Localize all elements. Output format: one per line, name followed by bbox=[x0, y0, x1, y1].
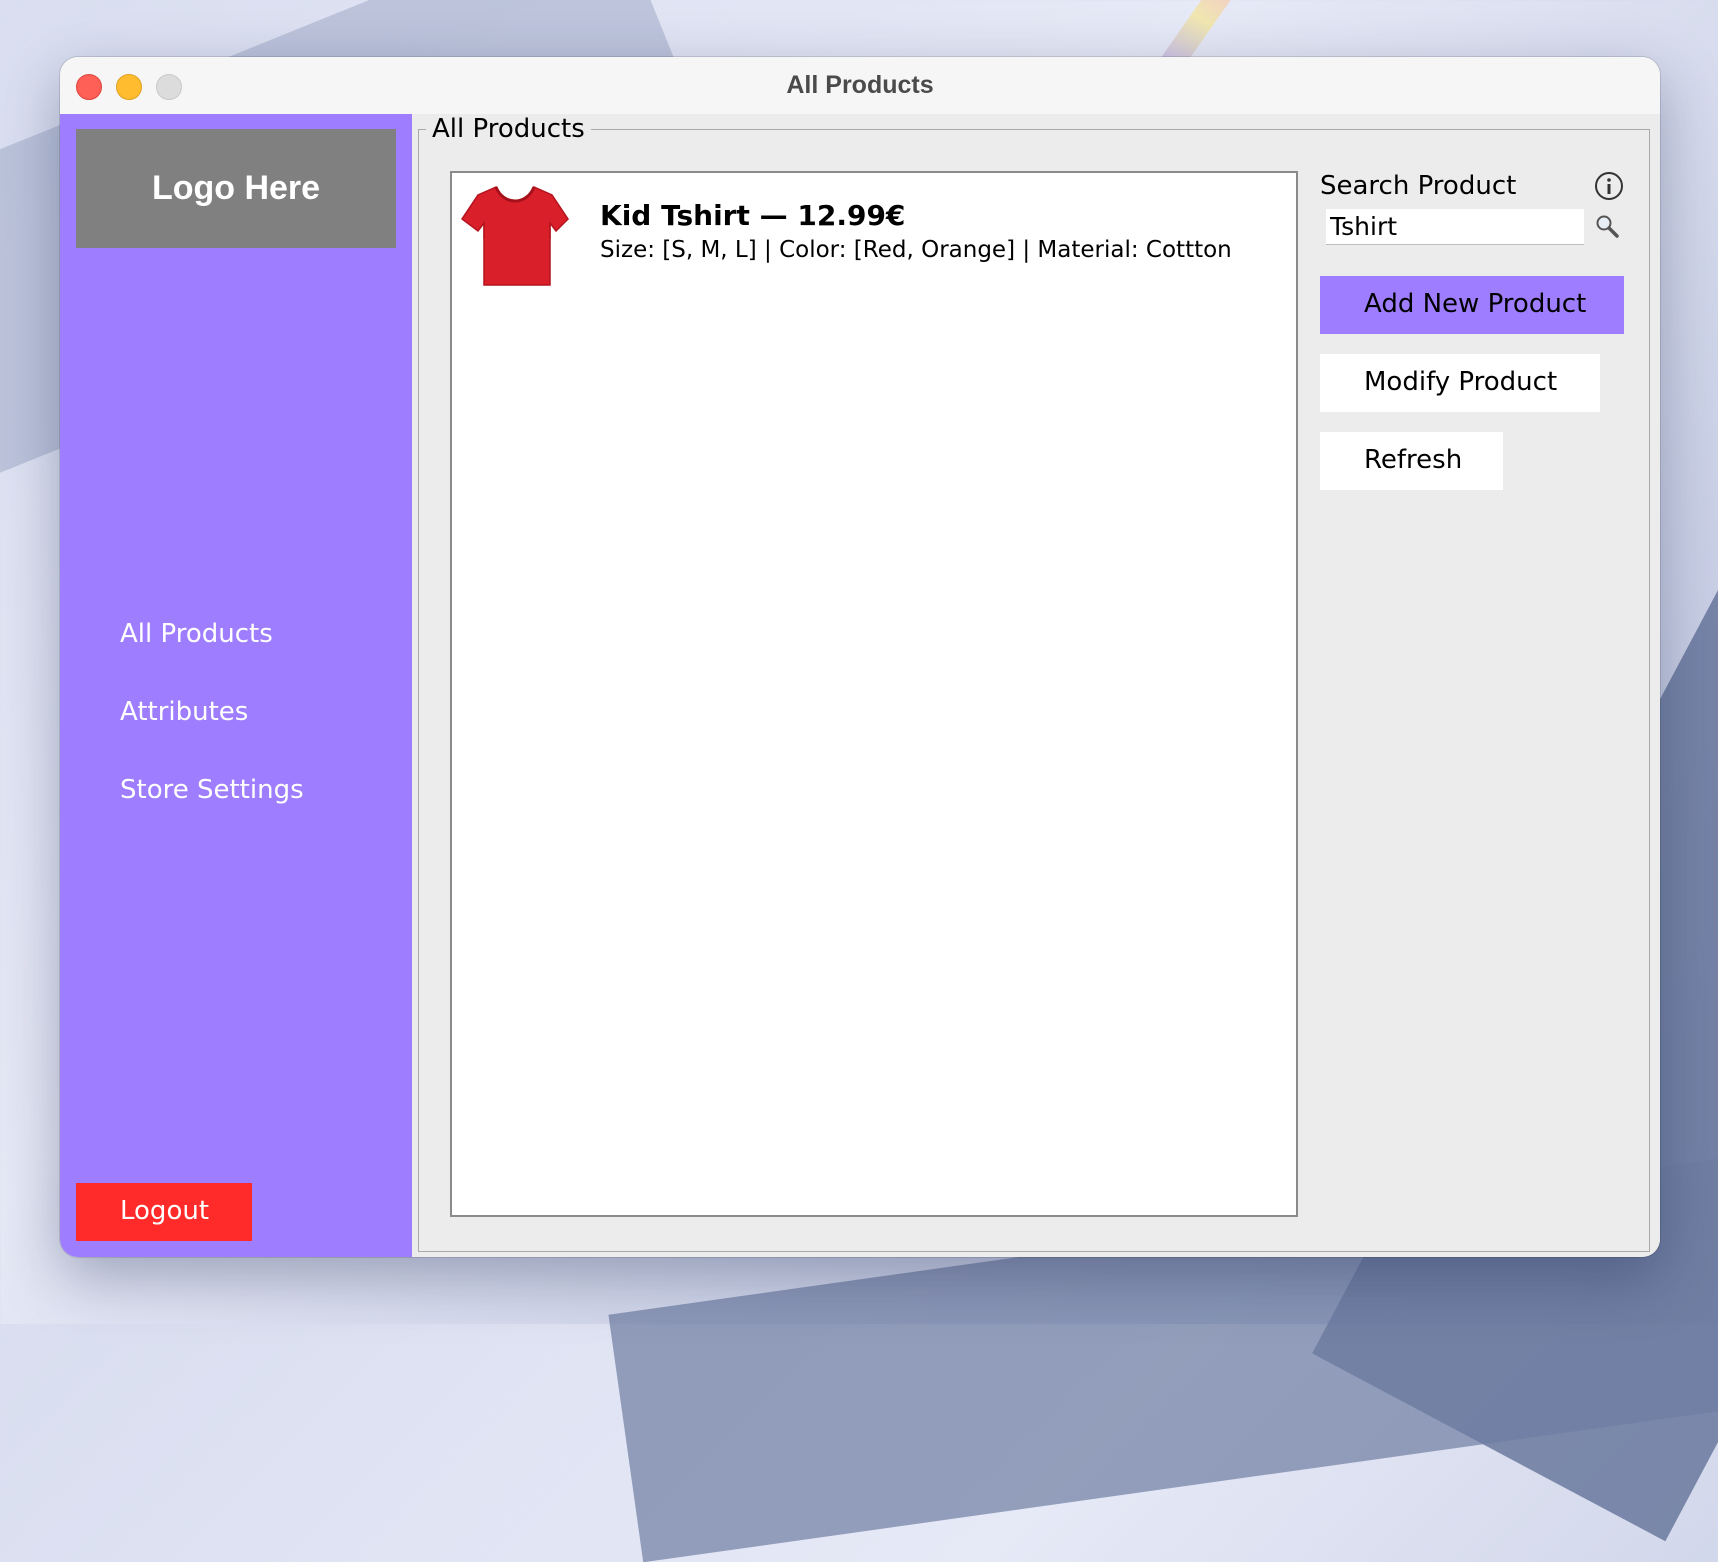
search-input[interactable] bbox=[1326, 209, 1584, 245]
logout-button[interactable]: Logout bbox=[76, 1183, 252, 1241]
group-title: All Products bbox=[426, 114, 591, 144]
search-icon[interactable] bbox=[1594, 213, 1620, 239]
product-details: Size: [S, M, L] | Color: [Red, Orange] |… bbox=[600, 237, 1232, 263]
sidebar-item-store-settings[interactable]: Store Settings bbox=[120, 775, 304, 805]
tshirt-icon bbox=[460, 185, 569, 286]
list-item[interactable]: Kid Tshirt — 12.99€ Size: [S, M, L] | Co… bbox=[460, 179, 1280, 289]
window-title: All Products bbox=[786, 71, 934, 99]
title-bar[interactable]: All Products bbox=[60, 57, 1660, 115]
sidebar-item-all-products[interactable]: All Products bbox=[120, 619, 273, 649]
modify-product-button[interactable]: Modify Product bbox=[1320, 354, 1600, 412]
app-window: All Products Logo Here All Products Attr… bbox=[60, 57, 1660, 1257]
sidebar-item-attributes[interactable]: Attributes bbox=[120, 697, 248, 727]
main-content: All Products Kid Tshirt — 12.99€ Size: [… bbox=[412, 114, 1660, 1257]
product-list[interactable]: Kid Tshirt — 12.99€ Size: [S, M, L] | Co… bbox=[450, 171, 1298, 1217]
info-icon[interactable] bbox=[1594, 171, 1624, 201]
sidebar: Logo Here All Products Attributes Store … bbox=[60, 114, 412, 1257]
logo-placeholder: Logo Here bbox=[76, 129, 396, 248]
add-new-product-button[interactable]: Add New Product bbox=[1320, 276, 1624, 334]
refresh-button[interactable]: Refresh bbox=[1320, 432, 1503, 490]
product-name-price: Kid Tshirt — 12.99€ bbox=[600, 199, 906, 232]
search-label: Search Product bbox=[1320, 171, 1517, 201]
